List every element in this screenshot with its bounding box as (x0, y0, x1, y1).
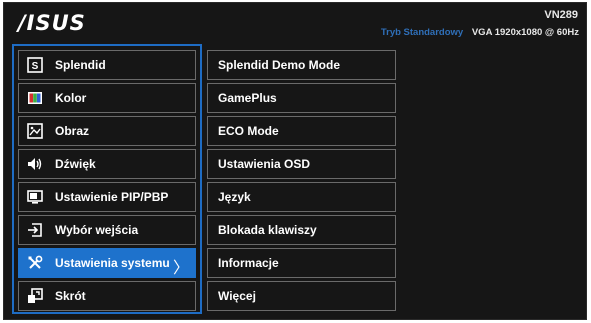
input-select-icon (27, 222, 43, 238)
menu-item-label: Dźwięk (55, 157, 96, 171)
menu-item-label: Wybór wejścia (55, 223, 139, 237)
model-name: VN289 (544, 9, 578, 21)
menu-item-label: Ustawienie PIP/PBP (55, 190, 169, 204)
menu-item-label: Ustawienia systemu (55, 256, 170, 270)
submenu-item-more[interactable]: Więcej (207, 281, 396, 311)
pip-icon (27, 189, 43, 205)
menu-item-shortcut[interactable]: Skrót (18, 281, 196, 311)
input-signal: VGA 1920x1080 @ 60Hz (471, 27, 579, 38)
submenu-item-eco-mode[interactable]: ECO Mode (207, 116, 396, 146)
menu-item-color[interactable]: Kolor (18, 83, 196, 113)
menu-item-input-select[interactable]: Wybór wejścia (18, 215, 196, 245)
menu-item-label: Splendid (55, 58, 106, 72)
image-icon (27, 123, 43, 139)
color-icon (27, 90, 43, 106)
system-tools-icon (27, 255, 43, 271)
menu-item-label: Kolor (55, 91, 87, 105)
submenu-item-language[interactable]: Język (207, 182, 396, 212)
speaker-icon (27, 156, 43, 172)
splendid-icon: S (27, 57, 43, 73)
shortcut-icon (27, 288, 43, 304)
brand-logo: /ISUS (18, 11, 86, 35)
submenu-item-osd-setup[interactable]: Ustawienia OSD (207, 149, 396, 179)
menu-item-label: Skrót (55, 289, 86, 303)
menu-item-label: Obraz (55, 124, 90, 138)
submenu-item-key-lock[interactable]: Blokada klawiszy (207, 215, 396, 245)
submenu-item-information[interactable]: Informacje (207, 248, 396, 278)
submenu-item-splendid-demo-mode[interactable]: Splendid Demo Mode (207, 50, 396, 80)
submenu: Splendid Demo Mode GamePlus ECO Mode Ust… (207, 50, 396, 314)
menu-item-system-setup[interactable]: Ustawienia systemu 〉 (18, 248, 196, 278)
svg-text:S: S (32, 61, 39, 72)
picture-mode: Tryb Standardowy (380, 27, 464, 38)
menu-item-sound[interactable]: Dźwięk (18, 149, 196, 179)
status-line: Tryb Standardowy VGA 1920x1080 @ 60Hz (381, 27, 579, 38)
submenu-item-gameplus[interactable]: GamePlus (207, 83, 396, 113)
menu-item-image[interactable]: Obraz (18, 116, 196, 146)
menu-item-pip-pbp[interactable]: Ustawienie PIP/PBP (18, 182, 196, 212)
menu-item-splendid[interactable]: S Splendid (18, 50, 196, 80)
main-menu: S Splendid Kolor Obraz Dźwięk Ustawienie… (12, 44, 202, 314)
chevron-right-icon: 〉 (172, 260, 189, 277)
